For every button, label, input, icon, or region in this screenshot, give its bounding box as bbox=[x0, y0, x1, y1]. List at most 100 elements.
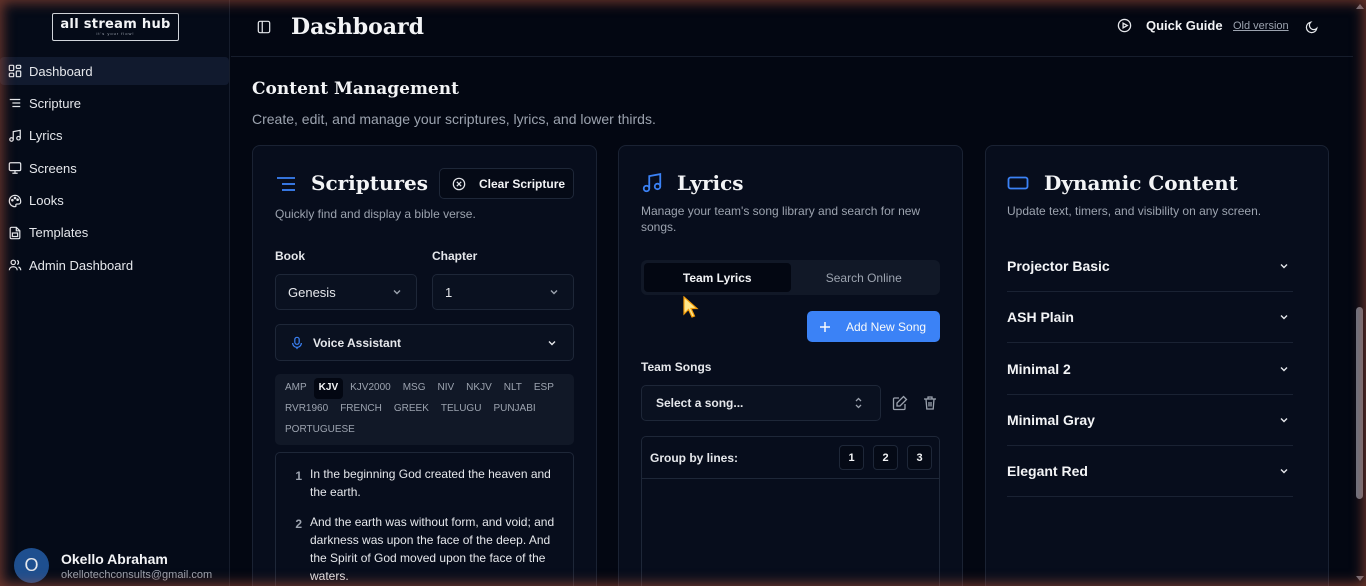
book-select[interactable]: Genesis bbox=[275, 274, 417, 310]
version-greek[interactable]: GREEK bbox=[389, 399, 434, 420]
sidebar-item-templates[interactable]: Templates bbox=[0, 219, 229, 247]
chapter-label: Chapter bbox=[432, 249, 478, 263]
user-profile[interactable]: O Okello Abraham okellotechconsults@gmai… bbox=[14, 548, 212, 583]
section-subtitle: Create, edit, and manage your scriptures… bbox=[252, 111, 656, 127]
tab-team-lyrics[interactable]: Team Lyrics bbox=[644, 263, 791, 292]
clear-scripture-button[interactable]: Clear Scripture bbox=[439, 168, 574, 199]
scriptures-card: Scriptures Clear Scripture Quickly find … bbox=[252, 145, 597, 586]
group-option-1[interactable]: 1 bbox=[839, 445, 864, 470]
microphone-icon bbox=[292, 336, 302, 349]
verse-list: 1 In the beginning God created the heave… bbox=[275, 452, 574, 586]
scriptures-title: Scriptures bbox=[311, 171, 429, 195]
sidebar-toggle-icon[interactable] bbox=[257, 20, 271, 34]
accordion-minimal-gray[interactable]: Minimal Gray bbox=[1007, 395, 1293, 446]
chevron-down-icon bbox=[1280, 418, 1288, 423]
lyrics-title: Lyrics bbox=[677, 171, 744, 195]
group-option-3[interactable]: 3 bbox=[907, 445, 932, 470]
verse-text: And the earth was without form, and void… bbox=[310, 515, 555, 583]
edit-icon[interactable] bbox=[892, 395, 908, 411]
user-name: Okello Abraham bbox=[61, 550, 168, 567]
list-icon bbox=[8, 96, 22, 110]
lyrics-tabs: Team Lyrics Search Online bbox=[641, 260, 940, 295]
accordion-ash-plain[interactable]: ASH Plain bbox=[1007, 292, 1293, 343]
chapter-select[interactable]: 1 bbox=[432, 274, 574, 310]
verse-number: 2 bbox=[295, 517, 302, 531]
sidebar-item-dashboard[interactable]: Dashboard bbox=[0, 57, 229, 85]
tab-search-online[interactable]: Search Online bbox=[791, 263, 938, 292]
version-punjabi[interactable]: PUNJABI bbox=[488, 399, 540, 420]
palette-icon bbox=[8, 194, 22, 208]
version-esp[interactable]: ESP bbox=[529, 378, 559, 399]
sidebar-item-label: Templates bbox=[29, 225, 89, 241]
chevron-down-icon bbox=[1280, 469, 1288, 474]
version-rvr1960[interactable]: RVR1960 bbox=[280, 399, 333, 420]
chevrons-up-down-icon bbox=[855, 397, 862, 409]
accordion-projector-basic[interactable]: Projector Basic bbox=[1007, 241, 1293, 292]
scriptures-desc: Quickly find and display a bible verse. bbox=[275, 207, 476, 221]
screen-rect-icon bbox=[1007, 176, 1029, 190]
version-amp[interactable]: AMP bbox=[280, 378, 312, 399]
song-select[interactable]: Select a song... bbox=[641, 385, 881, 421]
version-telugu[interactable]: TELUGU bbox=[436, 399, 487, 420]
top-header: Dashboard Quick Guide Old version bbox=[231, 0, 1353, 57]
app-logo[interactable]: all stream hub it's your flow! bbox=[52, 13, 179, 41]
bible-version-list: AMP KJV KJV2000 MSG NIV NKJV NLT ESP RVR… bbox=[275, 374, 574, 445]
voice-assistant-toggle[interactable]: Voice Assistant bbox=[275, 324, 574, 361]
sidebar-item-screens[interactable]: Screens bbox=[0, 154, 229, 182]
book-value: Genesis bbox=[288, 284, 336, 300]
verse-item[interactable]: 2 And the earth was without form, and vo… bbox=[295, 513, 555, 585]
scroll-down-arrow[interactable] bbox=[1356, 576, 1364, 581]
sidebar-item-label: Scripture bbox=[29, 95, 82, 111]
accordion-label: Minimal 2 bbox=[1007, 361, 1071, 377]
add-new-song-button[interactable]: Add New Song bbox=[807, 311, 940, 342]
scroll-thumb[interactable] bbox=[1356, 307, 1363, 499]
scroll-up-arrow[interactable] bbox=[1356, 4, 1364, 9]
sidebar-item-scripture[interactable]: Scripture bbox=[0, 89, 229, 117]
version-kjv2000[interactable]: KJV2000 bbox=[345, 378, 396, 399]
accordion-minimal-2[interactable]: Minimal 2 bbox=[1007, 344, 1293, 395]
trash-icon[interactable] bbox=[922, 395, 938, 411]
chevron-down-icon bbox=[550, 290, 558, 295]
version-nlt[interactable]: NLT bbox=[499, 378, 527, 399]
file-icon bbox=[8, 226, 22, 240]
avatar: O bbox=[14, 548, 49, 583]
moon-icon[interactable] bbox=[1305, 20, 1319, 34]
chapter-value: 1 bbox=[445, 284, 453, 300]
sidebar-nav: Dashboard Scripture Lyrics Screens Looks… bbox=[0, 57, 229, 284]
lyrics-desc: Manage your team's song library and sear… bbox=[641, 204, 921, 234]
accordion-label: ASH Plain bbox=[1007, 309, 1074, 325]
verse-text: In the beginning God created the heaven … bbox=[310, 467, 551, 499]
accordion-label: Projector Basic bbox=[1007, 258, 1110, 274]
version-nkjv[interactable]: NKJV bbox=[461, 378, 497, 399]
dynamic-content-title: Dynamic Content bbox=[1044, 171, 1238, 195]
quick-guide-button[interactable]: Quick Guide bbox=[1117, 18, 1223, 33]
book-label: Book bbox=[275, 249, 305, 263]
sidebar-item-label: Looks bbox=[29, 193, 64, 209]
group-option-2[interactable]: 2 bbox=[873, 445, 898, 470]
sidebar-item-admin-dashboard[interactable]: Admin Dashboard bbox=[0, 251, 229, 279]
song-select-value: Select a song... bbox=[656, 396, 744, 410]
logo-tagline: it's your flow! bbox=[96, 31, 135, 36]
logo-text: all stream hub bbox=[60, 17, 171, 32]
version-french[interactable]: FRENCH bbox=[335, 399, 387, 420]
version-portuguese[interactable]: PORTUGUESE bbox=[280, 420, 360, 441]
chevron-down-icon bbox=[1280, 264, 1288, 269]
sidebar-item-label: Lyrics bbox=[29, 128, 63, 144]
version-msg[interactable]: MSG bbox=[398, 378, 431, 399]
sidebar-item-lyrics[interactable]: Lyrics bbox=[0, 122, 229, 150]
version-niv[interactable]: NIV bbox=[433, 378, 460, 399]
old-version-link[interactable]: Old version bbox=[1233, 20, 1289, 32]
plus-icon bbox=[820, 321, 830, 332]
verse-item[interactable]: 1 In the beginning God created the heave… bbox=[295, 465, 555, 501]
group-by-lines-header: Group by lines: 1 2 3 bbox=[642, 437, 939, 479]
play-circle-icon bbox=[1117, 18, 1132, 33]
sidebar-item-label: Admin Dashboard bbox=[29, 257, 134, 273]
sidebar-item-looks[interactable]: Looks bbox=[0, 187, 229, 215]
page-scrollbar[interactable] bbox=[1353, 0, 1366, 586]
add-new-song-label: Add New Song bbox=[846, 319, 927, 334]
scripture-list-icon bbox=[277, 177, 295, 191]
version-kjv[interactable]: KJV bbox=[313, 378, 344, 399]
dashboard-icon bbox=[8, 64, 22, 78]
accordion-elegant-red[interactable]: Elegant Red bbox=[1007, 446, 1293, 497]
sidebar-item-label: Dashboard bbox=[29, 63, 93, 79]
